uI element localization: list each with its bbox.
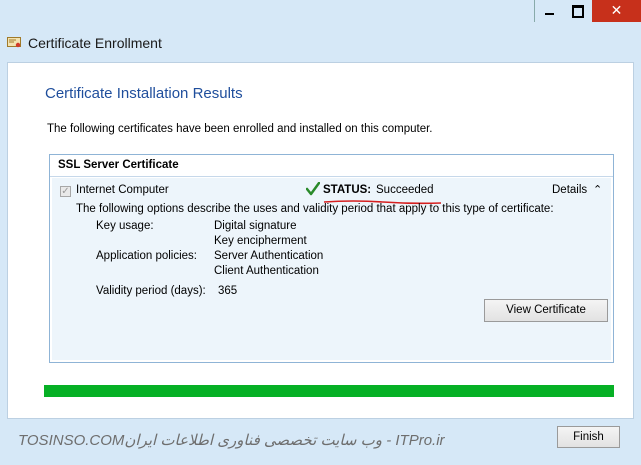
key-usage-value: Digital signature [214,220,297,232]
status-value: Succeeded [376,184,434,196]
maximize-button[interactable] [563,0,592,22]
app-policy-value: Server Authentication [214,250,324,262]
status-label: STATUS: [323,184,372,196]
title-bar: ✕ Certificate Enrollment [0,0,641,60]
certificate-name: Internet Computer [76,184,169,196]
certificate-section-title: SSL Server Certificate [50,155,613,177]
maximize-icon [571,4,584,18]
watermark-text: TOSINSO.COMوب سایت تخصصی فناوری اطلاعات … [18,432,445,449]
success-check-icon [306,182,320,196]
certificate-details: ✓ Internet Computer STATUS: Succeeded De… [52,178,611,360]
close-button[interactable]: ✕ [592,0,641,22]
minimize-icon [544,13,554,15]
wizard-content: Certificate Installation Results The fol… [7,62,634,419]
validity-value: 365 [218,285,238,297]
details-toggle[interactable]: Details [552,184,587,196]
finish-button[interactable]: Finish [557,426,620,448]
validity-label: Validity period (days): [96,285,206,297]
chevron-up-icon[interactable]: ⌃ [593,183,602,196]
window-title: Certificate Enrollment [28,35,162,51]
app-policies-label: Application policies: [96,250,198,262]
certificate-icon [7,37,21,48]
close-icon: ✕ [610,3,623,19]
view-certificate-button[interactable]: View Certificate [484,299,608,322]
app-policy-value: Client Authentication [214,265,319,277]
minimize-button[interactable] [534,0,563,22]
key-usage-value: Key encipherment [214,235,307,247]
certificate-description: The following options describe the uses … [76,203,554,215]
progress-fill [44,385,614,397]
progress-bar [44,385,614,397]
key-usage-label: Key usage: [96,220,154,232]
certificate-checkbox[interactable]: ✓ [60,186,71,197]
certificate-panel: SSL Server Certificate ✓ Internet Comput… [49,154,614,363]
page-title: Certificate Installation Results [45,85,243,102]
intro-text: The following certificates have been enr… [47,123,433,135]
